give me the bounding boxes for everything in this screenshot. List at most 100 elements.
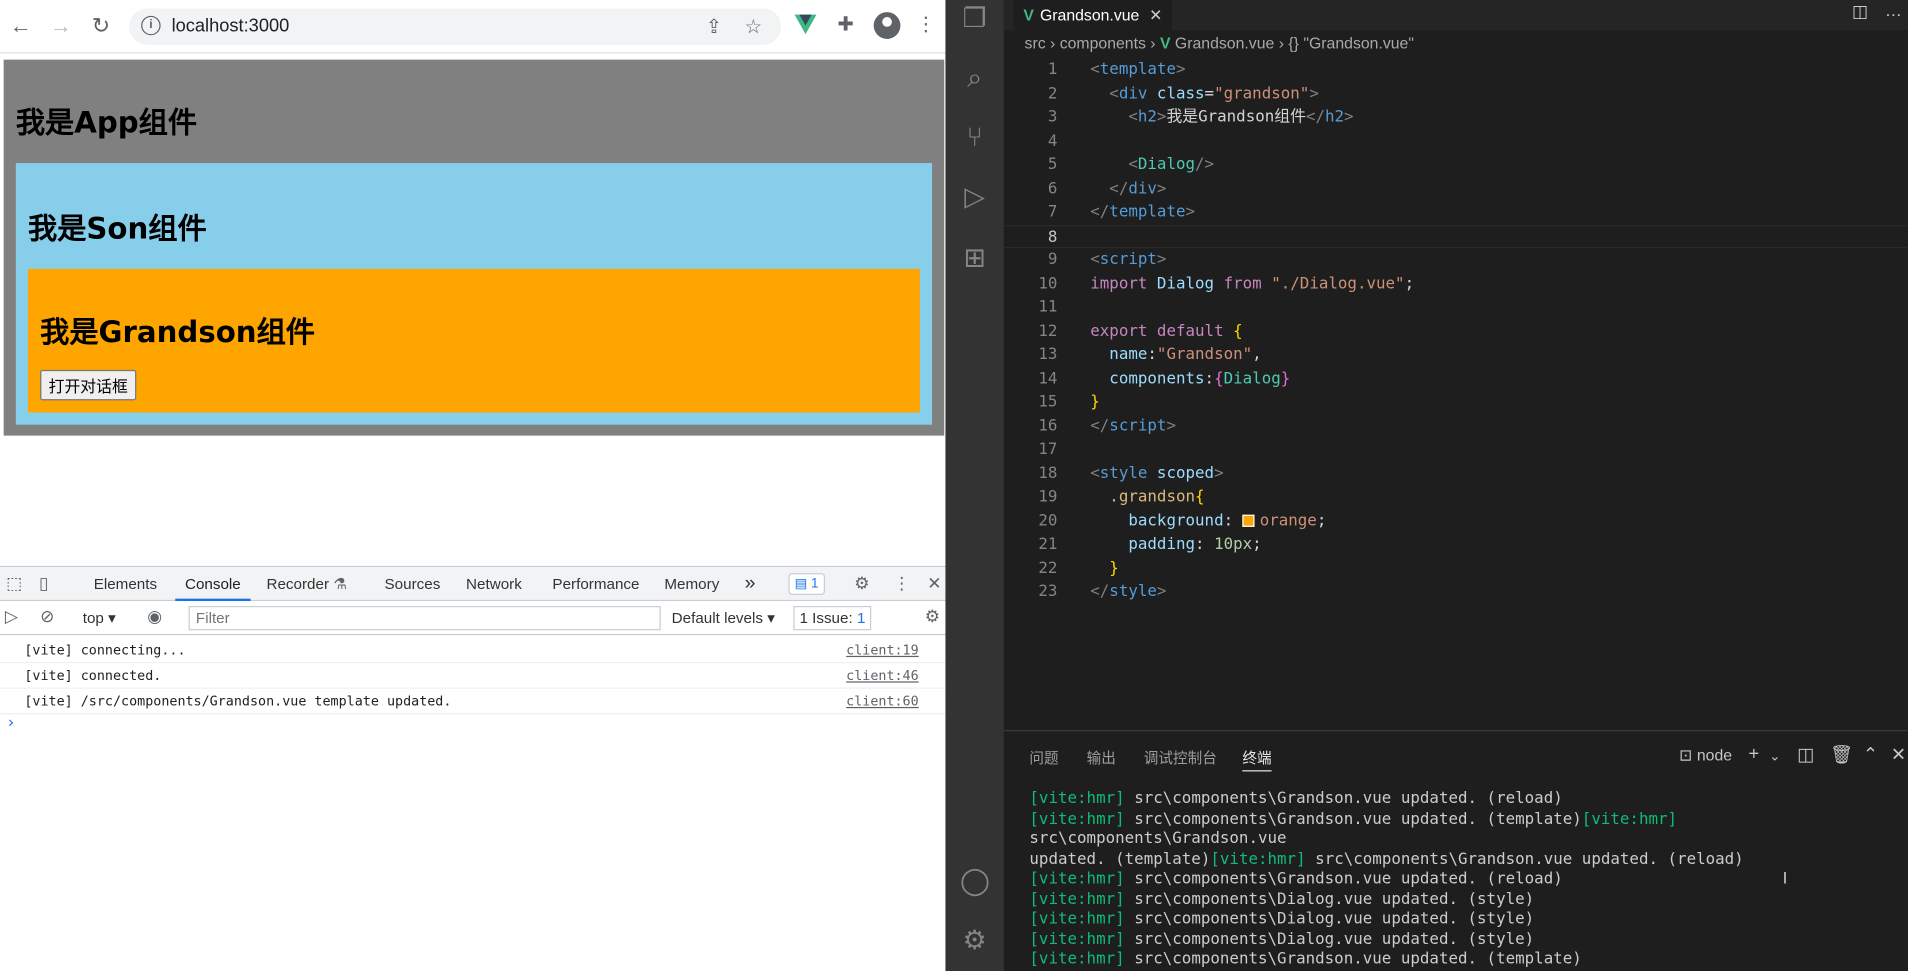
code-line-current: 8 <box>1003 224 1908 249</box>
breadcrumb-symbol[interactable]: "Grandson.vue" <box>1303 34 1414 52</box>
tab-console[interactable]: Console <box>175 567 251 602</box>
line-number: 9 <box>1047 250 1058 269</box>
tab-elements[interactable]: Elements <box>94 567 157 601</box>
sidebar-toggle-icon[interactable]: ▷ <box>5 606 18 627</box>
console-message-text: [vite] connecting... <box>24 642 186 659</box>
panel-tab-output[interactable]: 输出 <box>1087 747 1116 768</box>
live-expression-eye-icon[interactable]: ◉ <box>147 606 162 627</box>
share-icon[interactable]: ⇪ <box>706 15 722 39</box>
terminal-line: [vite:hmr] src\components\Dialog.vue upd… <box>1029 890 1899 910</box>
panel-tab-terminal[interactable]: 终端 <box>1242 747 1272 772</box>
close-panel-icon[interactable]: ✕ <box>1891 743 1906 766</box>
braces-icon: {} <box>1288 34 1299 53</box>
devtools-panel: ⬚ ▯ Elements Console Recorder ⚗ Sources … <box>0 565 946 971</box>
chrome-menu-icon[interactable]: ⋮ <box>913 12 940 39</box>
device-toolbar-icon[interactable]: ▯ <box>39 573 48 594</box>
issues-button[interactable]: 1 Issue: 1 <box>793 605 872 631</box>
breadcrumb-components[interactable]: components <box>1060 34 1146 52</box>
code-line: 17 <box>1004 438 1908 462</box>
site-info-icon[interactable]: i <box>141 15 161 36</box>
back-icon[interactable]: ← <box>5 10 37 42</box>
terminal-output[interactable]: [vite:hmr] src\components\Grandson.vue u… <box>1029 790 1899 971</box>
breadcrumb-file[interactable]: Grandson.vue <box>1175 34 1274 52</box>
context-select[interactable]: top ▾ <box>83 608 116 627</box>
line-number: 14 <box>1038 369 1058 388</box>
editor-more-actions-icon[interactable]: … <box>1885 0 1902 19</box>
terminal-text: src\components\Dialog.vue updated. (styl… <box>1124 890 1535 909</box>
inspect-element-icon[interactable]: ⬚ <box>6 573 22 594</box>
split-editor-icon[interactable]: ◫ <box>1852 1 1868 22</box>
line-number: 19 <box>1038 487 1058 507</box>
terminal-tag: [vite:hmr] <box>1029 789 1125 808</box>
terminal-select[interactable]: ⊡ node <box>1679 746 1732 765</box>
tab-network[interactable]: Network <box>466 567 522 601</box>
breadcrumb-src[interactable]: src <box>1025 34 1046 52</box>
run-debug-icon[interactable]: ▷ <box>960 182 989 212</box>
search-icon[interactable]: ⌕ <box>960 63 989 92</box>
editor-tab-grandson[interactable]: V Grandson.vue ✕ <box>1013 0 1173 31</box>
terminal-line: updated. (template)[vite:hmr] src\compon… <box>1029 850 1899 870</box>
panel-tab-problems[interactable]: 问题 <box>1029 747 1058 768</box>
terminal-dropdown-icon[interactable]: ⌄ <box>1769 748 1780 765</box>
code-line: 15} <box>1004 391 1908 415</box>
terminal-tag: [vite:hmr] <box>1029 930 1125 949</box>
maximize-panel-icon[interactable]: ⌃ <box>1863 743 1878 766</box>
console-prompt[interactable]: › <box>6 714 16 732</box>
issues-badge[interactable]: ▤ 1 <box>788 573 825 596</box>
tab-recorder[interactable]: Recorder <box>266 567 329 601</box>
open-dialog-button[interactable]: 打开对话框 <box>40 369 137 401</box>
split-terminal-icon[interactable]: ◫ <box>1797 743 1814 766</box>
console-message-text: [vite] /src/components/Grandson.vue temp… <box>24 693 452 710</box>
source-control-icon[interactable]: ⑂ <box>960 122 989 152</box>
close-tab-icon[interactable]: ✕ <box>1149 6 1162 24</box>
console-source-link[interactable]: client:19 <box>846 638 919 664</box>
clear-console-icon[interactable]: ⊘ <box>40 606 54 627</box>
panel-tab-debug-console[interactable]: 调试控制台 <box>1144 747 1217 768</box>
code-text: "./Dialog.vue" <box>1271 274 1405 293</box>
console-message: [vite] /src/components/Grandson.vue temp… <box>0 689 946 715</box>
reload-icon[interactable]: ↻ <box>85 10 117 42</box>
kill-terminal-trash-icon[interactable]: 🗑 <box>1830 743 1853 766</box>
terminal-text: src\components\Grandson.vue updated. (te… <box>1124 950 1582 969</box>
more-tabs-icon[interactable]: » <box>745 567 756 601</box>
console-source-link[interactable]: client:46 <box>846 663 919 689</box>
terminal-line: [vite:hmr] src\components\Grandson.vue u… <box>1029 870 1899 890</box>
vue-devtools-extension-icon[interactable] <box>794 14 817 35</box>
accounts-icon[interactable]: ◯ <box>960 866 990 895</box>
profile-avatar-icon[interactable] <box>873 12 901 39</box>
line-number: 23 <box>1038 582 1058 602</box>
log-levels-select[interactable]: Default levels ▾ <box>672 608 775 627</box>
line-number: 2 <box>1047 84 1058 103</box>
code-area[interactable]: 1 <template> 2 <div class="grandson"> 3 <… <box>1003 58 1908 604</box>
forward-icon[interactable]: → <box>45 10 77 42</box>
extensions-puzzle-icon[interactable]: ✚ <box>832 12 859 39</box>
tab-performance[interactable]: Performance <box>552 567 639 601</box>
tab-memory[interactable]: Memory <box>664 567 719 601</box>
bookmark-star-icon[interactable]: ☆ <box>745 15 762 39</box>
code-line: 20 background: orange; <box>1004 509 1908 533</box>
color-swatch-icon[interactable] <box>1242 514 1255 527</box>
url-text[interactable]: localhost:3000 <box>172 16 290 37</box>
explorer-icon[interactable]: ❐ <box>960 3 989 33</box>
editor-tab-label: Grandson.vue <box>1039 6 1140 25</box>
settings-gear-icon[interactable]: ⚙ <box>854 573 869 594</box>
console-source-link[interactable]: client:60 <box>846 689 919 715</box>
line-number: 20 <box>1038 511 1058 530</box>
extensions-icon[interactable]: ⊞ <box>960 243 989 272</box>
manage-gear-icon[interactable]: ⚙ <box>960 925 989 955</box>
devtools-menu-icon[interactable]: ⋮ <box>893 573 910 594</box>
activity-bar: ❐ ⌕ ⑂ ▷ ⊞ ◯ ⚙ <box>945 0 1004 971</box>
new-terminal-icon[interactable]: + <box>1749 743 1760 764</box>
close-devtools-icon[interactable]: ✕ <box>927 573 941 594</box>
tab-sources[interactable]: Sources <box>385 567 441 601</box>
console-filter-input[interactable] <box>188 605 661 631</box>
console-settings-icon[interactable]: ⚙ <box>925 606 940 627</box>
code-line: 10 import Dialog from "./Dialog.vue"; <box>1004 272 1908 296</box>
line-number: 22 <box>1038 559 1058 578</box>
terminal-text: src\components\Grandson.vue updated. (te… <box>1124 809 1582 829</box>
line-number: 4 <box>1047 132 1058 151</box>
issues-count: 1 <box>856 609 866 627</box>
code-line: 21 padding: 10px; <box>1004 533 1908 557</box>
address-bar[interactable]: i localhost:3000 ⇪ ☆ <box>128 8 782 46</box>
code-line: 14 components:{Dialog} <box>1004 367 1908 391</box>
